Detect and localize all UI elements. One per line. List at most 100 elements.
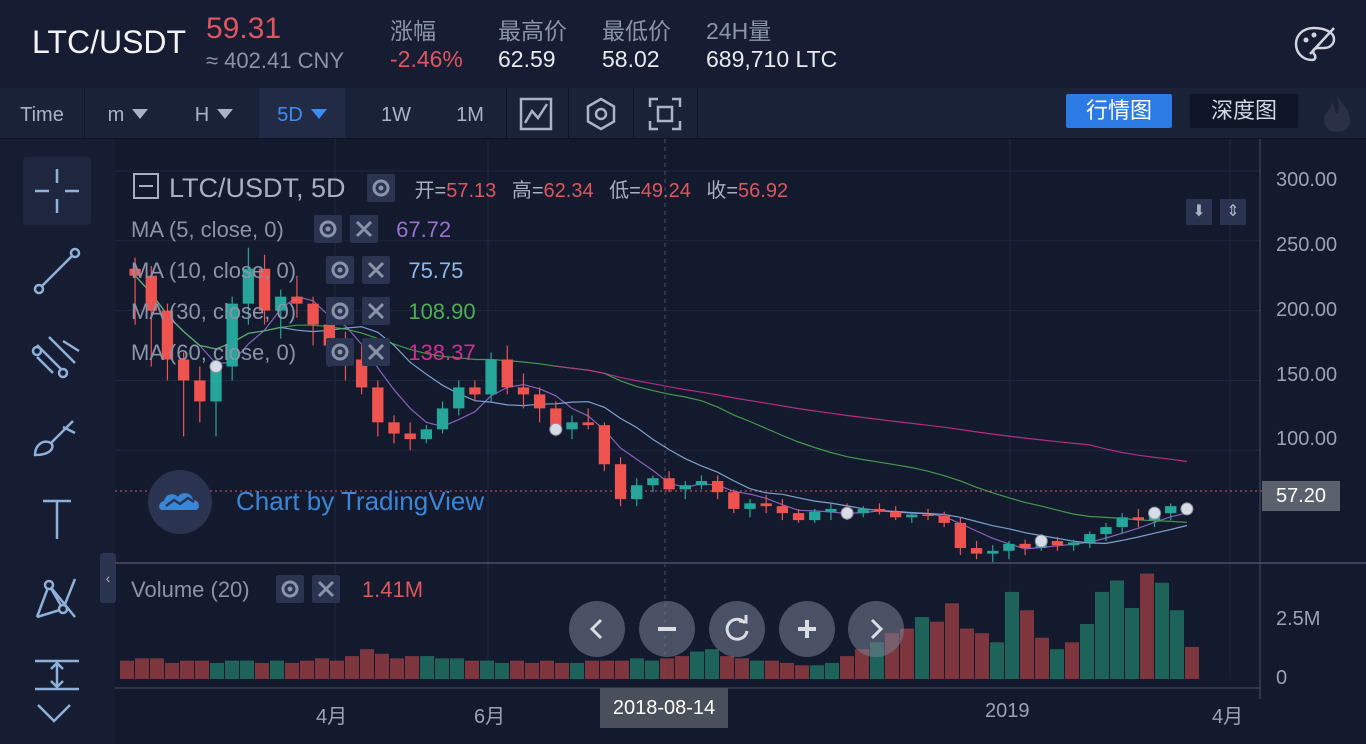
gear-icon[interactable] (313, 215, 342, 244)
measure-icon[interactable] (23, 645, 91, 705)
market-chart-tab[interactable]: 行情图 (1066, 94, 1172, 128)
volume-bar (465, 660, 479, 679)
candle-body (987, 550, 999, 554)
scroll-left-button[interactable] (569, 601, 625, 657)
ohlc-low-value: 49.24 (640, 180, 691, 202)
close-icon[interactable] (349, 215, 378, 244)
gear-icon[interactable] (326, 338, 355, 367)
brush-icon[interactable] (23, 403, 91, 471)
crosshair-icon[interactable] (23, 157, 91, 225)
scroll-right-button[interactable] (848, 601, 904, 657)
high-value: 62.59 (498, 46, 556, 72)
pitchfork-icon[interactable] (23, 321, 91, 389)
volume-bar (300, 660, 314, 679)
volume-bar (270, 660, 284, 679)
chevron-down-icon[interactable] (34, 699, 74, 727)
close-icon[interactable] (362, 338, 391, 367)
scale-down-icon[interactable]: ⬇ (1186, 199, 1212, 225)
flame-icon (1324, 94, 1350, 132)
indicator-icon[interactable] (518, 96, 554, 132)
price-axis-label: 200.00 (1276, 299, 1338, 321)
candle-body (776, 506, 789, 514)
volume-bar (765, 660, 779, 679)
zoom-out-button[interactable] (639, 601, 695, 657)
volume-bar (735, 658, 749, 679)
interval-1w[interactable]: 1W (360, 88, 432, 138)
volume-bar (915, 617, 929, 679)
candle-body (436, 408, 449, 430)
scale-updown-icon[interactable]: ⇕ (1220, 199, 1246, 225)
volume-bar (1065, 642, 1079, 679)
volume-bar (1140, 573, 1154, 679)
palette-icon[interactable] (1294, 24, 1338, 64)
candle-body (906, 514, 918, 518)
close-icon[interactable] (362, 256, 391, 285)
candle-body (792, 513, 805, 521)
screenshot-icon[interactable] (647, 96, 683, 132)
volume-bar (345, 656, 359, 679)
volume-bar (1155, 582, 1169, 679)
event-marker (1148, 506, 1162, 520)
chevron-left-icon (589, 618, 603, 640)
ma60-legend: MA (60, close, 0) 138.37 (131, 338, 476, 368)
collapse-toolbar-button[interactable]: ‹ (100, 553, 116, 603)
volume-bar (1050, 649, 1064, 679)
close-icon[interactable] (362, 297, 391, 326)
pattern-icon[interactable] (23, 565, 91, 633)
gear-icon[interactable] (326, 256, 355, 285)
volume-bar (975, 633, 989, 679)
interval-1m[interactable]: 1M (434, 88, 506, 138)
gear-icon[interactable] (275, 575, 304, 604)
time-button[interactable]: Time (0, 88, 84, 138)
volume-bar (510, 660, 524, 679)
candle-body (938, 515, 950, 523)
candle-body (469, 387, 481, 395)
gear-icon[interactable] (367, 173, 396, 202)
candle-body (760, 503, 772, 507)
price-axis-label: 300.00 (1276, 169, 1338, 191)
time-axis-label: 6月 (474, 706, 506, 728)
ohlc-close-value: 56.92 (738, 180, 789, 202)
volume-bar (525, 662, 539, 679)
candle-body (711, 481, 724, 493)
chevron-right-icon (870, 618, 884, 640)
volume-bar (135, 658, 149, 679)
close-icon[interactable] (311, 575, 340, 604)
volume-bar (495, 662, 509, 679)
ma5-label: MA (5, close, 0) (131, 217, 284, 242)
legend-title: LTC/USDT, 5D (169, 173, 346, 203)
depth-chart-tab[interactable]: 深度图 (1190, 94, 1298, 128)
candle-body (614, 464, 627, 500)
settings-hex-icon[interactable] (583, 96, 619, 132)
collapse-legend-icon[interactable] (133, 173, 159, 199)
volume-bar (165, 662, 179, 679)
trend-line-icon[interactable] (23, 237, 91, 305)
candle-body (825, 508, 837, 512)
interval-5d-dropdown[interactable]: 5D (259, 88, 345, 138)
candle-body (517, 387, 530, 395)
interval-hours-dropdown[interactable]: H (171, 88, 257, 138)
gear-icon[interactable] (326, 297, 355, 326)
interval-minutes-dropdown[interactable]: m (85, 88, 171, 138)
volume-bar (240, 660, 254, 679)
price-axis-label: 250.00 (1276, 234, 1338, 256)
volume-bar (195, 660, 209, 679)
event-marker (840, 506, 854, 520)
ma30-legend: MA (30, close, 0) 108.90 (131, 297, 476, 327)
candle-body (420, 429, 433, 440)
price-axis-label: 150.00 (1276, 364, 1338, 386)
zoom-in-button[interactable] (779, 601, 835, 657)
text-icon[interactable] (23, 485, 91, 553)
candle-body (1100, 527, 1112, 535)
volume-bar (840, 656, 854, 679)
pair-name: LTC/USDT (32, 24, 187, 60)
reset-button[interactable] (709, 601, 765, 657)
chart-area[interactable]: LTC/USDT, 5D 开=57.13 高=62.34 低=49.24 收=5… (115, 139, 1366, 744)
volume-axis-label: 0 (1276, 667, 1288, 689)
volume-bar (285, 662, 299, 679)
candle-body (857, 508, 869, 514)
volume-bar (435, 658, 449, 679)
current-price-tag: 57.20 (1262, 481, 1340, 511)
volume-bar (360, 649, 374, 679)
volume-bar (1110, 580, 1124, 679)
